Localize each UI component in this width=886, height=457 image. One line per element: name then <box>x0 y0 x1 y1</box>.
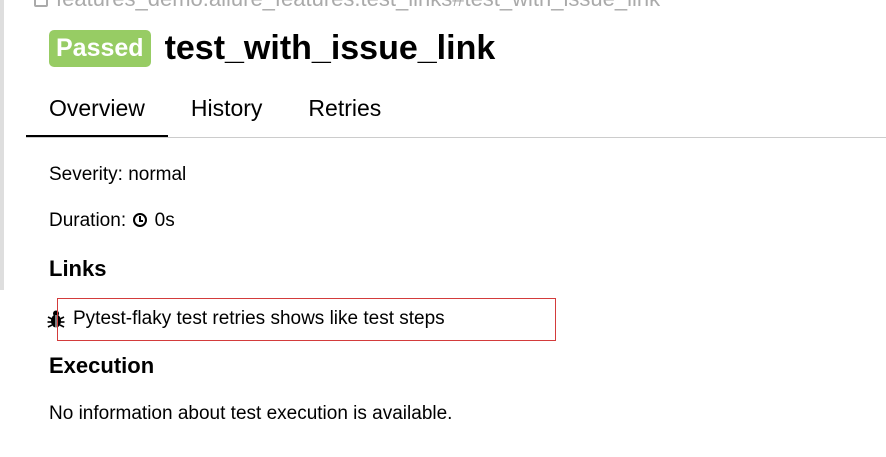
left-divider <box>0 0 4 290</box>
copy-icon[interactable] <box>34 0 48 7</box>
clock-icon <box>133 213 148 227</box>
breadcrumb-text: features_demo.allure_features.test_links… <box>56 0 660 12</box>
severity-row: Severity: normal <box>49 163 186 187</box>
tab-history[interactable]: History <box>168 88 286 135</box>
execution-message: No information about test execution is a… <box>49 403 453 424</box>
page-title: test_with_issue_link <box>164 29 496 67</box>
severity-label: Severity: <box>49 164 123 185</box>
tab-overview[interactable]: Overview <box>26 88 168 138</box>
execution-heading: Execution <box>49 353 155 378</box>
annotation-highlight-box <box>57 298 556 341</box>
tab-bar: Overview History Retries <box>26 88 404 138</box>
status-badge: Passed <box>49 29 151 67</box>
links-heading: Links <box>49 256 107 281</box>
duration-label: Duration: <box>49 210 127 231</box>
tab-divider <box>26 137 886 138</box>
duration-value: 0s <box>154 210 175 231</box>
title-row: Passed test_with_issue_link <box>49 28 495 68</box>
duration-row: Duration: 0s <box>49 209 175 233</box>
test-result-page: features_demo.allure_features.test_links… <box>0 0 886 457</box>
tab-retries[interactable]: Retries <box>285 88 404 135</box>
breadcrumb: features_demo.allure_features.test_links… <box>34 0 660 12</box>
severity-value: normal <box>128 164 187 185</box>
